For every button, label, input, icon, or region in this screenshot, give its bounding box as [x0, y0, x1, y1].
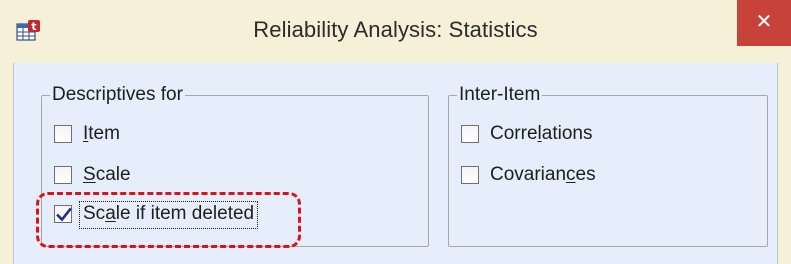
correlations-label: Correlations: [490, 123, 593, 144]
inter-item-group: Inter-Item Correlations Covariances: [448, 83, 768, 247]
checkmark-icon: [56, 207, 72, 222]
correlations-option[interactable]: Correlations: [461, 121, 592, 147]
window-title: Reliability Analysis: Statistics: [253, 17, 538, 42]
scale-if-item-deleted-label: Scale if item deleted: [79, 201, 259, 229]
scale-if-item-deleted-option[interactable]: Scale if item deleted: [54, 201, 259, 229]
item-checkbox-option[interactable]: Item: [54, 121, 120, 147]
close-icon: ✕: [755, 11, 773, 33]
scale-checkbox[interactable]: [54, 166, 72, 184]
item-checkbox[interactable]: [54, 125, 72, 143]
descriptives-legend: Descriptives for: [50, 83, 185, 107]
item-checkbox-label: Item: [83, 123, 120, 144]
descriptives-group: Descriptives for Item Scale Scale if ite…: [41, 83, 429, 247]
close-button[interactable]: ✕: [737, 0, 791, 46]
covariances-checkbox[interactable]: [461, 166, 479, 184]
correlations-checkbox[interactable]: [461, 125, 479, 143]
scale-checkbox-option[interactable]: Scale: [54, 162, 131, 188]
inter-item-legend: Inter-Item: [457, 83, 543, 107]
title-bar: t Reliability Analysis: Statistics ✕: [0, 0, 791, 62]
dialog-body: Descriptives for Item Scale Scale if ite…: [13, 63, 778, 264]
covariances-option[interactable]: Covariances: [461, 162, 596, 188]
covariances-label: Covariances: [490, 164, 596, 185]
scale-if-item-deleted-checkbox[interactable]: [54, 205, 72, 223]
reliability-statistics-dialog: t Reliability Analysis: Statistics ✕ Des…: [0, 0, 791, 264]
scale-checkbox-label: Scale: [83, 164, 131, 185]
